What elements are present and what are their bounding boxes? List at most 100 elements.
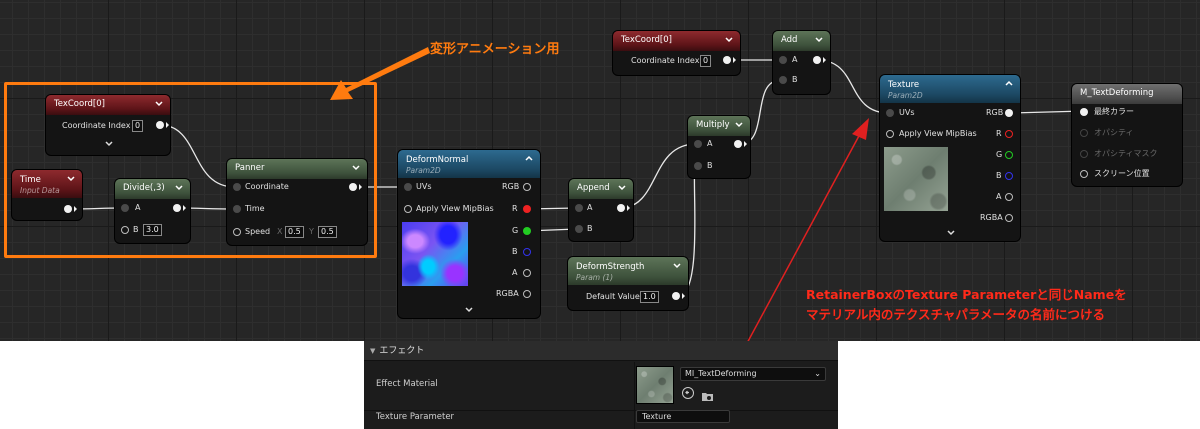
node-multiply[interactable]: Multiply A B bbox=[688, 116, 750, 178]
input-pin-opacity[interactable] bbox=[1080, 129, 1088, 137]
chevron-down-icon[interactable] bbox=[672, 261, 682, 271]
chevron-down-icon[interactable] bbox=[174, 183, 184, 193]
input-pin-a[interactable] bbox=[121, 204, 129, 212]
expand-chevron-icon[interactable] bbox=[104, 140, 114, 148]
texture-preview bbox=[884, 147, 948, 211]
output-pin-g[interactable] bbox=[523, 227, 531, 235]
node-time[interactable]: Time Input Data bbox=[12, 170, 82, 220]
node-header: Add bbox=[773, 31, 830, 51]
chevron-up-icon[interactable] bbox=[524, 154, 534, 164]
effect-material-value: MI_TextDeforming bbox=[685, 369, 757, 378]
output-pin-b[interactable] bbox=[1005, 172, 1013, 180]
chevron-down-icon[interactable] bbox=[66, 174, 76, 184]
browse-arrow-icon[interactable] bbox=[682, 387, 694, 399]
output-pin-rgba[interactable] bbox=[1005, 214, 1013, 222]
output-pin[interactable] bbox=[156, 121, 164, 129]
output-pin[interactable] bbox=[813, 56, 821, 64]
chevron-down-icon[interactable] bbox=[617, 183, 627, 193]
input-pin-base-color[interactable] bbox=[1080, 108, 1088, 116]
node-texcoord-top[interactable]: TexCoord[0] Coordinate Index 0 bbox=[613, 31, 740, 75]
input-pin-b[interactable] bbox=[694, 162, 702, 170]
input-pin-opacity-mask[interactable] bbox=[1080, 150, 1088, 158]
output-pin[interactable] bbox=[723, 56, 731, 64]
input-pin-a[interactable] bbox=[575, 204, 583, 212]
material-graph[interactable]: 変形アニメーション用 TexCoord[0] Coordinate Index … bbox=[0, 0, 1200, 341]
output-pin[interactable] bbox=[64, 205, 72, 213]
node-deform-strength[interactable]: DeformStrength Param (1) Default Value 1.… bbox=[568, 257, 688, 310]
output-pin[interactable] bbox=[672, 292, 680, 300]
input-pin-uvs[interactable] bbox=[886, 109, 894, 117]
output-pin-g[interactable] bbox=[1005, 151, 1013, 159]
output-pin-rgb[interactable] bbox=[523, 183, 531, 191]
expand-chevron-icon[interactable] bbox=[464, 306, 474, 314]
node-title: Append bbox=[577, 183, 610, 193]
mipbias-label: Apply View MipBias bbox=[416, 204, 494, 213]
output-pin[interactable] bbox=[173, 204, 181, 212]
chevron-up-icon[interactable] bbox=[1004, 79, 1014, 89]
opacity-label: オパシティ bbox=[1094, 128, 1134, 137]
texture-parameter-input[interactable]: Texture bbox=[636, 410, 730, 423]
pin-b-label: B bbox=[792, 75, 798, 84]
input-pin-a[interactable] bbox=[694, 140, 702, 148]
coordinate-index-field[interactable]: 0 bbox=[132, 120, 144, 132]
speed-x-field[interactable]: 0.5 bbox=[285, 226, 304, 238]
r-label: R bbox=[512, 204, 518, 213]
node-append[interactable]: Append A B bbox=[569, 179, 633, 241]
output-pin-rgb[interactable] bbox=[1005, 109, 1013, 117]
speed-y-label: Y bbox=[309, 227, 314, 236]
input-pin-b[interactable] bbox=[575, 225, 583, 233]
input-pin-mipbias[interactable] bbox=[886, 130, 894, 138]
input-pin-mipbias[interactable] bbox=[404, 205, 412, 213]
chevron-down-icon[interactable] bbox=[724, 35, 734, 45]
node-title: M_TextDeforming bbox=[1080, 88, 1154, 98]
output-pin-a[interactable] bbox=[1005, 193, 1013, 201]
collapse-triangle-icon[interactable]: ▼ bbox=[370, 347, 375, 355]
default-value-field[interactable]: 1.0 bbox=[640, 291, 659, 303]
output-pin[interactable] bbox=[617, 204, 625, 212]
input-pin-screen-pos[interactable] bbox=[1080, 170, 1088, 178]
node-texture[interactable]: Texture Param2D UVs RGB Apply View MipBia… bbox=[880, 75, 1020, 241]
pin-a-label: A bbox=[792, 55, 798, 64]
node-subtitle: Param2D bbox=[888, 91, 923, 100]
mipbias-label: Apply View MipBias bbox=[899, 129, 977, 138]
input-pin-speed[interactable] bbox=[233, 228, 241, 236]
speed-y-field[interactable]: 0.5 bbox=[318, 226, 337, 238]
output-pin-a[interactable] bbox=[523, 269, 531, 277]
screen-pos-label: スクリーン位置 bbox=[1094, 169, 1150, 178]
output-pin[interactable] bbox=[349, 183, 357, 191]
node-deform-normal[interactable]: DeformNormal Param2D UVs RGB Apply View M… bbox=[398, 150, 540, 318]
chevron-down-icon[interactable] bbox=[734, 120, 744, 130]
node-texcoord-left[interactable]: TexCoord[0] Coordinate Index 0 bbox=[46, 95, 170, 155]
red-annotation-line2: マテリアル内のテクスチャパラメータの名前につける bbox=[806, 307, 1106, 322]
output-pin-b[interactable] bbox=[523, 248, 531, 256]
chevron-down-icon[interactable] bbox=[351, 163, 361, 173]
effect-material-dropdown[interactable]: MI_TextDeforming ⌄ bbox=[680, 367, 826, 381]
input-pin-uvs[interactable] bbox=[404, 183, 412, 191]
details-panel: ▼ エフェクト Effect Material MI_TextDeforming ⌄… bbox=[364, 341, 838, 429]
input-pin-a[interactable] bbox=[779, 56, 787, 64]
node-panner[interactable]: Panner Coordinate Time Speed X 0.5 Y 0.5 bbox=[227, 159, 367, 245]
chevron-down-icon[interactable] bbox=[154, 99, 164, 109]
expand-chevron-icon[interactable] bbox=[946, 229, 956, 237]
output-pin[interactable] bbox=[734, 140, 742, 148]
output-pin-rgba[interactable] bbox=[523, 290, 531, 298]
chevron-down-icon[interactable] bbox=[814, 35, 824, 45]
node-add[interactable]: Add A B bbox=[773, 31, 830, 94]
b-value-field[interactable]: 3.0 bbox=[143, 224, 162, 236]
node-header: M_TextDeforming bbox=[1072, 84, 1182, 104]
output-pin-r[interactable] bbox=[523, 205, 531, 213]
output-arrow-icon bbox=[359, 184, 362, 190]
material-thumbnail[interactable] bbox=[636, 366, 674, 404]
input-pin-b[interactable] bbox=[121, 226, 129, 234]
output-pin-r[interactable] bbox=[1005, 130, 1013, 138]
section-header[interactable]: ▼ エフェクト bbox=[364, 341, 838, 361]
input-pin-time[interactable] bbox=[233, 205, 241, 213]
node-result[interactable]: M_TextDeforming 最終カラー オパシティ オパシティマスク スクリ… bbox=[1072, 84, 1182, 186]
pin-b-label: B bbox=[707, 161, 713, 170]
folder-search-icon[interactable] bbox=[701, 387, 714, 401]
input-pin-coordinate[interactable] bbox=[233, 183, 241, 191]
node-header: DeformStrength Param (1) bbox=[568, 257, 688, 285]
node-divide[interactable]: Divide(,3) A B 3.0 bbox=[115, 179, 190, 243]
input-pin-b[interactable] bbox=[779, 76, 787, 84]
coordinate-index-field[interactable]: 0 bbox=[700, 55, 712, 67]
